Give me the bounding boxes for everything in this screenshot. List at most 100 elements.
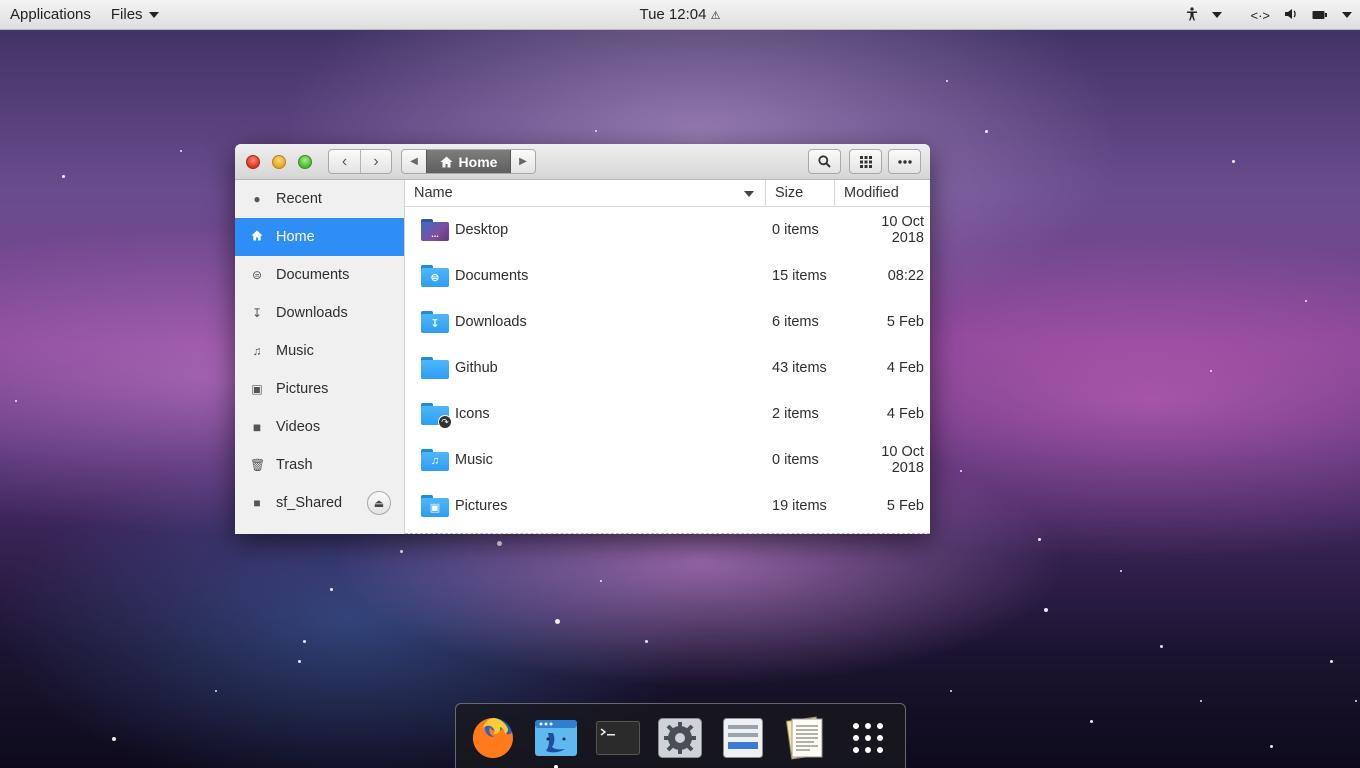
terminal-icon [596, 721, 641, 755]
header-bar: ‹ › ◀ Home ▶ [235, 144, 930, 180]
dock-item-terminal[interactable] [595, 715, 641, 761]
sidebar-item-label: Downloads [276, 305, 348, 321]
sidebar-item-recent[interactable]: ● Recent [235, 180, 404, 218]
dock-item-finder[interactable] [533, 715, 579, 768]
music-icon: ♫ [252, 344, 262, 358]
breadcrumb-left-arrow[interactable]: ◀ [402, 150, 426, 173]
file-modified: 5 Feb [886, 498, 924, 514]
network-icon[interactable]: <·> [1250, 8, 1270, 23]
eject-icon: ⏏ [373, 497, 385, 510]
file-size: 2 items [772, 406, 819, 422]
table-row[interactable]: ⊜ Documents 15 items 08:22 [405, 253, 930, 299]
file-size: 43 items [772, 360, 827, 376]
accessibility-icon[interactable] [1186, 6, 1198, 24]
table-row[interactable]: ... Desktop 0 items 10 Oct 2018 [405, 207, 930, 253]
list-bottom-border [405, 533, 930, 534]
column-size-label: Size [775, 185, 804, 201]
breadcrumb-label: Home [458, 153, 498, 170]
battery-icon[interactable] [1312, 8, 1328, 23]
menu-button[interactable] [888, 149, 921, 174]
file-modified: 10 Oct 2018 [881, 214, 924, 246]
grid-icon [859, 155, 872, 168]
settings-icon [658, 718, 703, 758]
dock-item-text-editor[interactable] [782, 715, 828, 761]
table-row[interactable]: Github 43 items 4 Feb [405, 345, 930, 391]
documents-icon: ⊜ [251, 268, 263, 282]
column-name-label: Name [414, 185, 453, 201]
table-row[interactable]: ↷ Icons 2 items 4 Feb [405, 391, 930, 437]
maximize-button[interactable] [298, 155, 312, 169]
text-editor-icon [786, 716, 823, 760]
file-name: Downloads [455, 314, 527, 330]
back-button[interactable]: ‹ [329, 150, 360, 173]
table-row[interactable]: ↧ Downloads 6 items 5 Feb [405, 299, 930, 345]
sidebar-item-label: Pictures [276, 381, 329, 397]
column-header: Name Size Modified [405, 180, 930, 207]
table-row[interactable]: ▣ Pictures 19 items 5 Feb [405, 483, 930, 529]
sidebar-item-label: sf_Shared [276, 495, 343, 511]
sidebar-item-sf-shared[interactable]: ■ sf_Shared ⏏ [235, 484, 404, 522]
system-tray: <·> [1186, 0, 1352, 30]
file-name: Documents [455, 268, 529, 284]
file-name: Music [455, 452, 493, 468]
file-modified: 08:22 [887, 268, 924, 284]
documents-folder-icon: ⊜ [421, 265, 449, 287]
files-app-menu[interactable]: Files [101, 0, 169, 30]
applications-label: Applications [10, 6, 91, 23]
search-button[interactable] [808, 149, 841, 174]
link-arrow-icon: ↷ [438, 415, 452, 429]
file-name: Icons [455, 406, 490, 422]
applications-menu[interactable]: Applications [0, 0, 101, 30]
app-grid-icon [852, 723, 883, 753]
pictures-icon: ▣ [251, 382, 263, 396]
files-window: ‹ › ◀ Home ▶ ● Recent Home ⊜ Documents ↧… [235, 144, 930, 534]
desktop-folder-icon: ... [421, 219, 449, 241]
sidebar-item-videos[interactable]: ◾ Videos [235, 408, 404, 446]
close-button[interactable] [246, 155, 260, 169]
table-row[interactable]: ♫ Music 0 items 10 Oct 2018 [405, 437, 930, 483]
dock-item-settings[interactable] [657, 715, 703, 761]
sidebar-item-documents[interactable]: ⊜ Documents [235, 256, 404, 294]
sidebar-item-music[interactable]: ♫ Music [235, 332, 404, 370]
home-icon [440, 156, 453, 167]
chevron-down-icon[interactable] [1342, 12, 1352, 18]
breadcrumb-home[interactable]: Home [426, 150, 511, 173]
eject-button[interactable]: ⏏ [367, 491, 391, 515]
volume-icon[interactable] [1284, 8, 1298, 23]
chevron-left-icon: ‹ [341, 152, 348, 170]
sidebar-item-home[interactable]: Home [235, 218, 404, 256]
downloads-folder-icon: ↧ [421, 311, 449, 333]
dock-item-app-grid[interactable] [845, 715, 891, 761]
trash-icon: 🗑 [250, 458, 266, 472]
video-icon: ◾ [252, 420, 262, 434]
column-modified-label: Modified [844, 185, 899, 201]
breadcrumb-right-arrow[interactable]: ▶ [511, 150, 535, 173]
clock[interactable]: Tue 12:04 [639, 6, 706, 23]
minimize-button[interactable] [272, 155, 286, 169]
sidebar-item-downloads[interactable]: ↧ Downloads [235, 294, 404, 332]
file-modified: 4 Feb [886, 406, 924, 422]
file-size: 19 items [772, 498, 827, 514]
history-nav: ‹ › [328, 149, 392, 174]
forward-button[interactable]: › [360, 150, 391, 173]
sidebar-item-trash[interactable]: 🗑 Trash [235, 446, 404, 484]
column-modified[interactable]: Modified [834, 180, 930, 206]
alarm-icon: ⚠ [710, 10, 721, 22]
column-name[interactable]: Name [405, 180, 765, 206]
top-panel: Applications Files Tue 12:04 ⚠ <·> [0, 0, 1360, 30]
file-size: 0 items [772, 452, 819, 468]
chevron-down-icon[interactable] [1212, 12, 1223, 18]
dock-item-software[interactable] [720, 715, 766, 761]
dock-item-firefox[interactable] [470, 715, 516, 761]
file-name: Desktop [455, 222, 509, 238]
sidebar-item-label: Home [276, 229, 315, 245]
file-name: Github [455, 360, 498, 376]
column-size[interactable]: Size [765, 180, 834, 206]
sidebar-item-pictures[interactable]: ▣ Pictures [235, 370, 404, 408]
view-toggle-button[interactable] [849, 149, 882, 174]
chevron-down-icon [148, 11, 159, 18]
files-menu-label: Files [110, 6, 143, 23]
pictures-folder-icon: ▣ [421, 495, 449, 517]
file-list-view: Name Size Modified ... Desktop 0 items 1… [405, 180, 930, 534]
file-size: 15 items [772, 268, 827, 284]
